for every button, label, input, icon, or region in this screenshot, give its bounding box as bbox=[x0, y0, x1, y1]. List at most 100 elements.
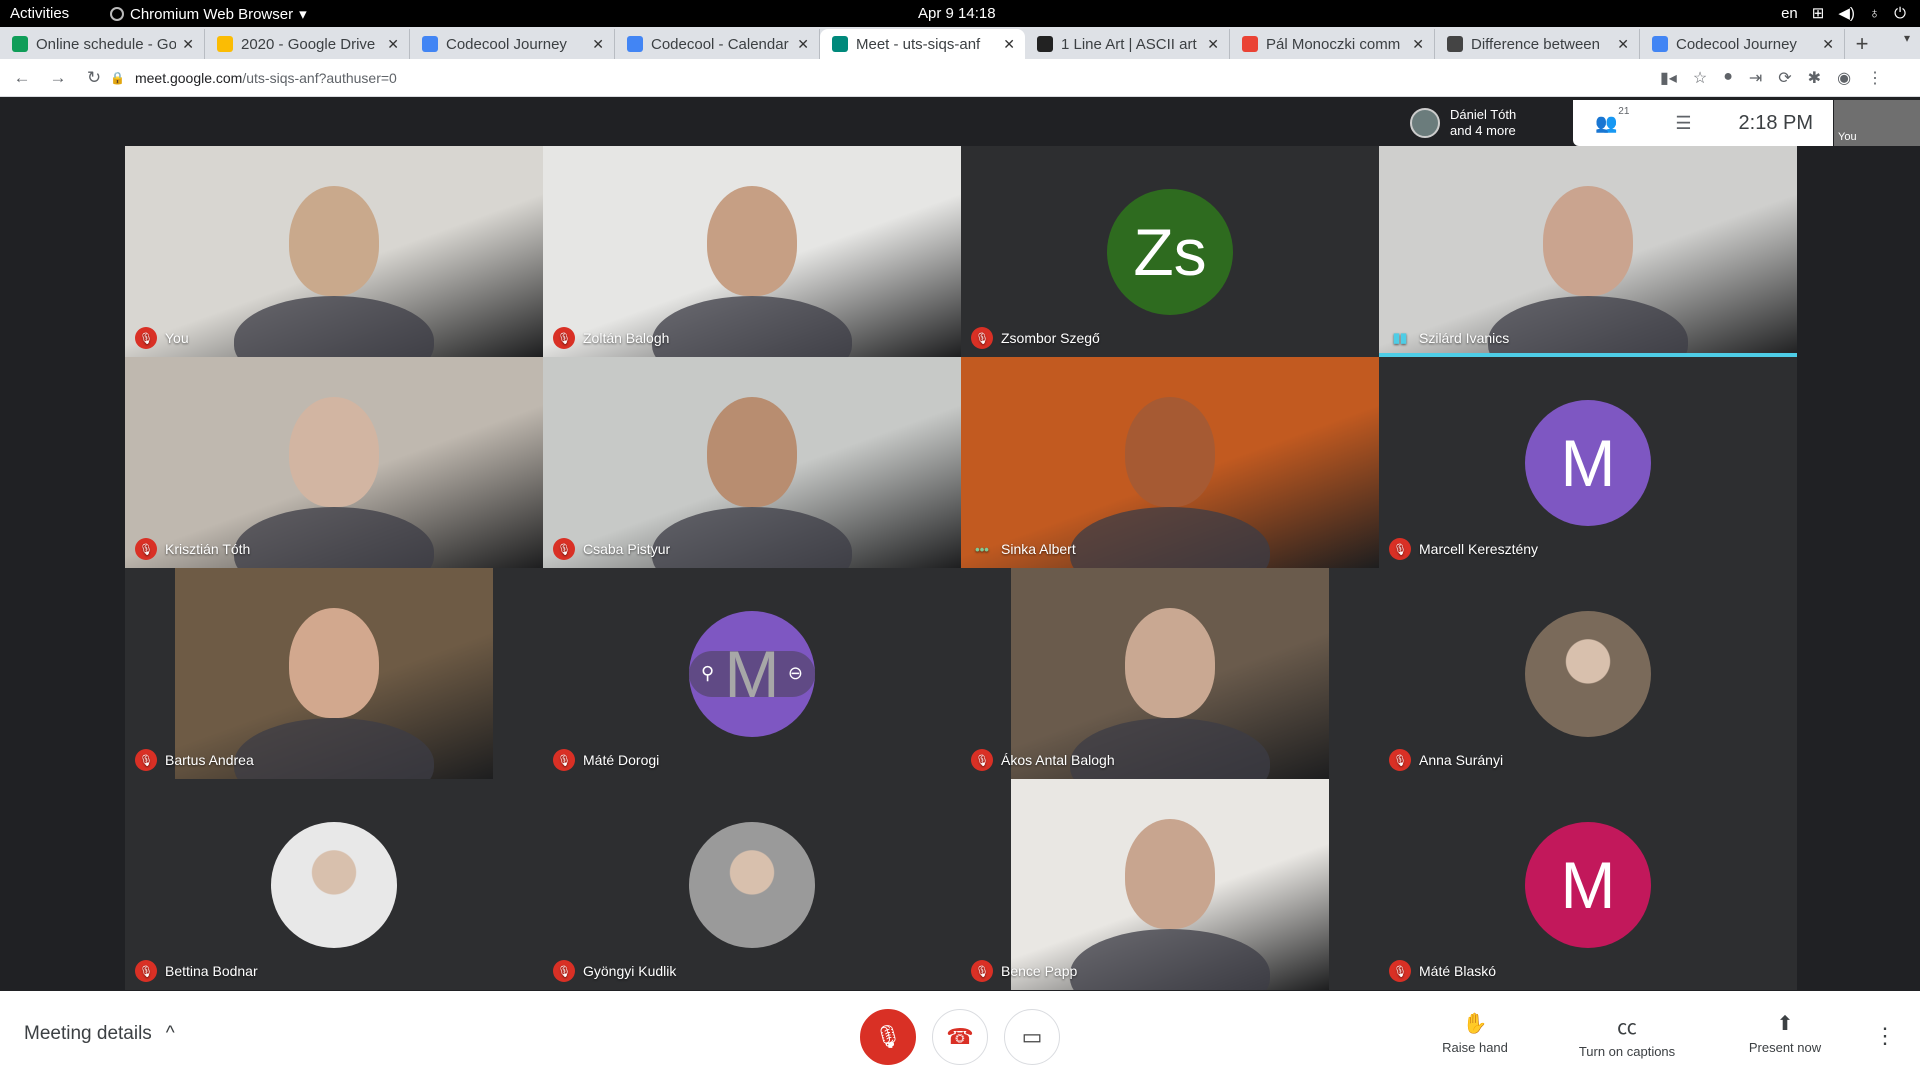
participant-name: Csaba Pistyur bbox=[583, 541, 671, 557]
muted-mic-icon: 🎙 bbox=[135, 749, 157, 771]
participant-tile[interactable]: M 🎙 Máté Blaskó bbox=[1379, 779, 1797, 990]
favicon-icon bbox=[12, 36, 28, 52]
favicon-icon bbox=[1652, 36, 1668, 52]
menu-icon[interactable]: ⋮ bbox=[1867, 68, 1883, 88]
tile-hover-controls[interactable]: ⚲ ⊖ bbox=[689, 650, 815, 697]
person-silhouette bbox=[289, 608, 379, 718]
browser-tab[interactable]: Codecool Journey ✕ bbox=[1640, 29, 1845, 59]
address-bar[interactable]: 🔒 meet.google.com/uts-siqs-anf?authuser=… bbox=[110, 65, 1620, 91]
presenter-more: and 4 more bbox=[1450, 123, 1516, 138]
close-tab-icon[interactable]: ✕ bbox=[1003, 36, 1015, 53]
participant-tile[interactable]: M 🎙 Marcell Keresztény bbox=[1379, 357, 1797, 568]
extension-icon[interactable]: ⇥ bbox=[1749, 68, 1762, 88]
close-tab-icon[interactable]: ✕ bbox=[592, 36, 604, 53]
participant-tile[interactable]: M ⚲ ⊖ 🎙 Máté Dorogi bbox=[543, 568, 961, 779]
app-menu[interactable]: Chromium Web Browser ▾ bbox=[110, 5, 307, 23]
person-silhouette bbox=[1070, 929, 1270, 990]
back-button[interactable]: ← bbox=[8, 68, 36, 88]
reload-button[interactable]: ↻ bbox=[80, 68, 108, 88]
participant-tile[interactable]: ••• Sinka Albert bbox=[961, 357, 1379, 568]
profile-avatar[interactable]: ◉ bbox=[1837, 68, 1851, 88]
browser-tab[interactable]: Online schedule - Go ✕ bbox=[0, 29, 205, 59]
activities-button[interactable]: Activities bbox=[10, 5, 69, 22]
close-tab-icon[interactable]: ✕ bbox=[1412, 36, 1424, 53]
system-clock[interactable]: Apr 9 14:18 bbox=[918, 5, 996, 22]
system-tray[interactable]: en ⊞ ◀) ♁ ⏻ bbox=[1781, 4, 1906, 23]
browser-tab[interactable]: Difference between ✕ bbox=[1435, 29, 1640, 59]
participant-tile[interactable]: 🎙 You bbox=[125, 146, 543, 357]
browser-tab[interactable]: 1 Line Art | ASCII art ✕ bbox=[1025, 29, 1230, 59]
meeting-details-button[interactable]: Meeting details ^ bbox=[24, 1023, 175, 1045]
participant-tile[interactable]: ▮▮ Szilárd Ivanics bbox=[1379, 146, 1797, 357]
close-tab-icon[interactable]: ✕ bbox=[797, 36, 809, 53]
close-tab-icon[interactable]: ✕ bbox=[1822, 36, 1834, 53]
person-silhouette bbox=[289, 397, 379, 507]
meeting-controls-bar: Meeting details ^ 🎙 ☎ ▭ ✋ Raise hand ㏄ T… bbox=[0, 991, 1920, 1080]
more-options-icon[interactable]: ⋮ bbox=[1874, 1023, 1896, 1049]
tab-title: Pál Monoczki comm bbox=[1266, 35, 1401, 53]
browser-tab[interactable]: Codecool - Calendar ✕ bbox=[615, 29, 820, 59]
participant-tile[interactable]: 🎙 Krisztián Tóth bbox=[125, 357, 543, 568]
participant-label: 🎙 Krisztián Tóth bbox=[135, 538, 250, 560]
chat-button[interactable]: ☰ bbox=[1675, 113, 1691, 134]
browser-tab[interactable]: Meet - uts-siqs-anf ✕ bbox=[820, 29, 1025, 59]
muted-mic-icon: 🎙 bbox=[1389, 960, 1411, 982]
captions-button[interactable]: ㏄ Turn on captions bbox=[1572, 1011, 1682, 1059]
participant-tile[interactable]: Zs 🎙 Zsombor Szegő bbox=[961, 146, 1379, 357]
bookmark-star-icon[interactable]: ☆ bbox=[1693, 68, 1707, 88]
close-tab-icon[interactable]: ✕ bbox=[1617, 36, 1629, 53]
tab-search-icon[interactable]: ▾ bbox=[1904, 31, 1910, 45]
avatar bbox=[1410, 108, 1440, 138]
profile-photo bbox=[689, 821, 815, 948]
forward-button[interactable]: → bbox=[44, 68, 72, 88]
raise-hand-button[interactable]: ✋ Raise hand bbox=[1440, 1011, 1510, 1055]
participant-tile[interactable]: 🎙 Anna Surányi bbox=[1379, 568, 1797, 779]
muted-mic-icon: 🎙 bbox=[553, 749, 575, 771]
raise-hand-label: Raise hand bbox=[1442, 1040, 1508, 1055]
participant-name: Anna Surányi bbox=[1419, 752, 1504, 768]
present-icon: ⬆ bbox=[1776, 1013, 1794, 1035]
self-view-thumbnail[interactable]: You bbox=[1834, 100, 1920, 146]
browser-tab[interactable]: Pál Monoczki comm ✕ bbox=[1230, 29, 1435, 59]
extension-icon[interactable]: ⟳ bbox=[1778, 68, 1791, 88]
participant-tile[interactable]: 🎙 Bartus Andrea bbox=[125, 568, 543, 779]
microphone-icon: ♁ bbox=[1868, 4, 1881, 22]
new-tab-button[interactable]: + bbox=[1845, 29, 1879, 59]
language-indicator[interactable]: en bbox=[1781, 5, 1798, 22]
presenters-chip[interactable]: Dániel Tóth and 4 more bbox=[1402, 100, 1572, 146]
chevron-down-icon: ▾ bbox=[299, 6, 307, 23]
participant-name: Máté Dorogi bbox=[583, 752, 660, 768]
browser-tab[interactable]: Codecool Journey ✕ bbox=[410, 29, 615, 59]
muted-mic-icon: 🎙 bbox=[135, 327, 157, 349]
url-path: /uts-siqs-anf?authuser=0 bbox=[242, 70, 397, 86]
profile-photo bbox=[271, 821, 397, 948]
participant-tile[interactable]: 🎙 Bence Papp bbox=[961, 779, 1379, 990]
puzzle-icon[interactable]: ✱ bbox=[1808, 68, 1821, 88]
participant-tile[interactable]: 🎙 Zoltán Balogh bbox=[543, 146, 961, 357]
participant-name: Sinka Albert bbox=[1001, 541, 1076, 557]
participant-tile[interactable]: 🎙 Gyöngyi Kudlik bbox=[543, 779, 961, 990]
participant-name: Gyöngyi Kudlik bbox=[583, 963, 677, 979]
extension-icon[interactable]: ● bbox=[1723, 68, 1733, 88]
participant-tile[interactable]: 🎙 Bettina Bodnar bbox=[125, 779, 543, 990]
camera-icon[interactable]: ▮◂ bbox=[1660, 68, 1677, 88]
participant-tile[interactable]: 🎙 Ákos Antal Balogh bbox=[961, 568, 1379, 779]
close-tab-icon[interactable]: ✕ bbox=[387, 36, 399, 53]
leave-call-button[interactable]: ☎ bbox=[932, 1009, 988, 1065]
pin-icon[interactable]: ⚲ bbox=[701, 663, 714, 684]
camera-toggle-button[interactable]: ▭ bbox=[1004, 1009, 1060, 1065]
people-button[interactable]: 👥 21 bbox=[1595, 106, 1629, 134]
browser-toolbar: ← → ↻ 🔒 meet.google.com/uts-siqs-anf?aut… bbox=[0, 59, 1920, 97]
url-host: meet.google.com bbox=[134, 70, 243, 86]
people-icon: 👥 bbox=[1595, 112, 1618, 133]
tab-title: Codecool Journey bbox=[1676, 35, 1797, 53]
hand-icon: ✋ bbox=[1462, 1013, 1488, 1035]
browser-tab[interactable]: 2020 - Google Drive ✕ bbox=[205, 29, 410, 59]
close-tab-icon[interactable]: ✕ bbox=[182, 36, 194, 53]
present-now-button[interactable]: ⬆ Present now bbox=[1742, 1011, 1828, 1055]
participant-tile[interactable]: 🎙 Csaba Pistyur bbox=[543, 357, 961, 568]
participant-video bbox=[961, 357, 1379, 568]
microphone-toggle-button[interactable]: 🎙 bbox=[860, 1009, 916, 1065]
remove-icon[interactable]: ⊖ bbox=[788, 663, 803, 684]
close-tab-icon[interactable]: ✕ bbox=[1207, 36, 1219, 53]
